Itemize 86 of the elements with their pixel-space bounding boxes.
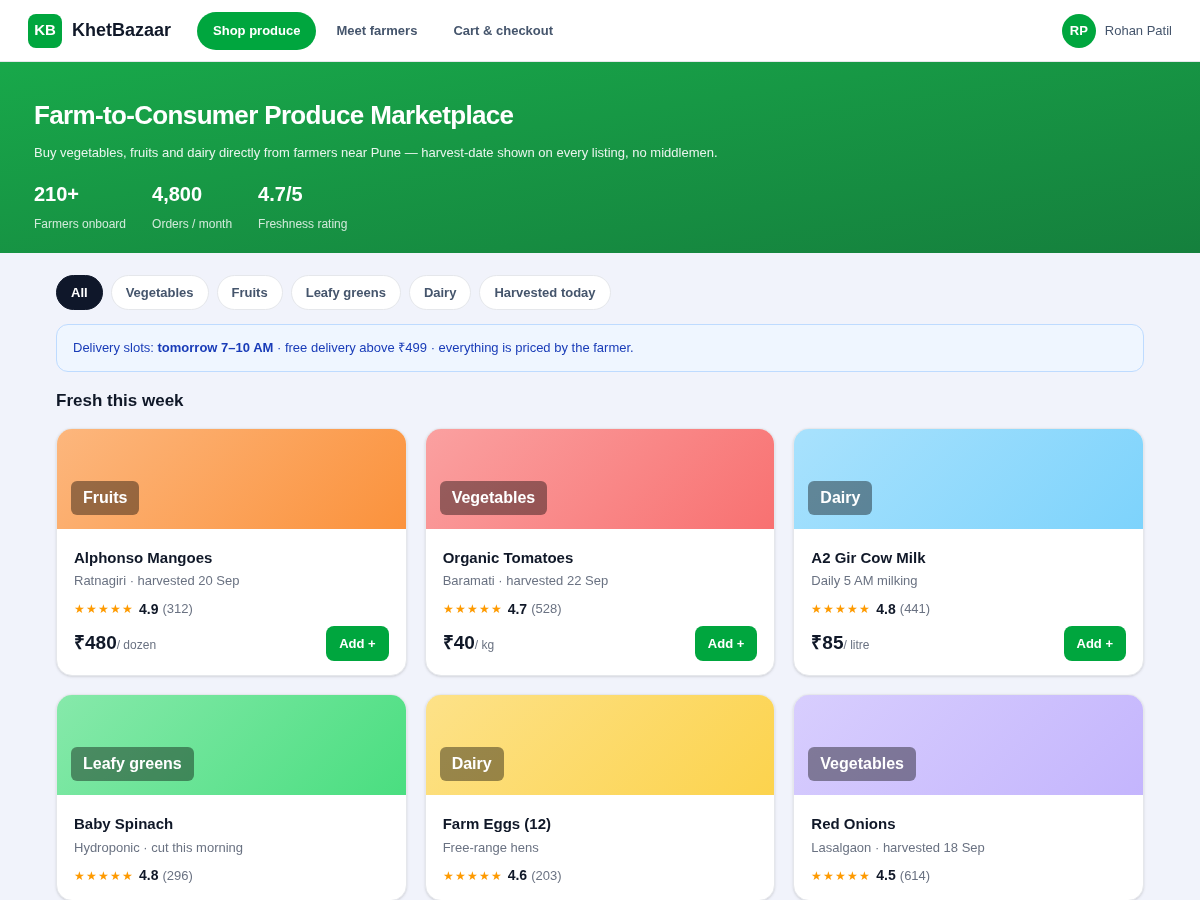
rating-value: 4.7	[507, 599, 528, 619]
filter-chip[interactable]: All	[56, 275, 103, 310]
star-icon: ★	[811, 600, 823, 618]
price-unit: / litre	[843, 638, 870, 654]
product-price: ₹85	[811, 631, 844, 655]
category-tag: Dairy	[439, 747, 504, 781]
star-icon: ★	[86, 600, 97, 618]
star-icon: ★	[442, 600, 454, 618]
stat-label: Freshness rating	[258, 215, 348, 233]
product-name: Baby Spinach	[74, 814, 175, 834]
filter-chip[interactable]: Dairy	[408, 275, 472, 310]
star-icon: ★	[122, 600, 133, 618]
star-icon: ★	[835, 866, 847, 885]
review-count: (296)	[162, 866, 193, 885]
nav-tab[interactable]: Cart & checkout	[437, 11, 570, 50]
star-icon: ★	[847, 866, 859, 885]
filter-chip[interactable]: Harvested today	[479, 275, 611, 310]
star-icon: ★	[74, 866, 85, 885]
star-icon: ★	[454, 866, 466, 885]
stat-value: 210+	[34, 181, 81, 207]
review-count: (312)	[162, 600, 193, 619]
filter-chip[interactable]: Leafy greens	[290, 275, 401, 310]
star-icon: ★	[466, 866, 478, 885]
stat-value: 4.7/5	[258, 181, 304, 207]
product-meta: Free-range hens	[442, 838, 540, 857]
category-tag: Fruits	[71, 480, 140, 515]
review-count: (203)	[531, 866, 562, 885]
price-unit: / kg	[474, 638, 495, 654]
review-count: (528)	[531, 600, 562, 619]
hero-subtitle: Buy vegetables, fruits and dairy directly from farmers near Pune — harvest-date shown on every listing, no middlemen.	[34, 144, 719, 162]
star-icon: ★	[490, 866, 502, 885]
product-price: ₹40	[442, 631, 475, 655]
delivery-notice: Delivery slots: tomorrow 7–10 AM · free delivery above ₹499 · everything is priced by the farmer.	[56, 324, 1144, 372]
star-icon: ★	[478, 866, 490, 885]
star-icon: ★	[823, 866, 835, 885]
category-tag: Dairy	[808, 480, 873, 515]
star-icon: ★	[74, 600, 85, 618]
star-icon: ★	[835, 600, 847, 618]
star-icon: ★	[823, 600, 835, 618]
rating-value: 4.6	[507, 866, 528, 885]
star-icon: ★	[478, 600, 490, 618]
product-meta: Hydroponic · cut this morning	[74, 838, 245, 857]
category-tag: Vegetables	[439, 480, 548, 515]
star-icon: ★	[859, 600, 871, 618]
star-icon: ★	[490, 600, 502, 618]
product-meta: Daily 5 AM milking	[811, 572, 919, 590]
stat-label: Farmers onboard	[34, 215, 127, 233]
price-unit: / dozen	[116, 638, 157, 654]
star-icon: ★	[859, 866, 871, 885]
rating-value: 4.8	[139, 866, 159, 885]
hero-title: Farm-to-Consumer Produce Marketplace	[34, 99, 515, 132]
star-icon: ★	[466, 600, 478, 618]
review-count: (614)	[899, 866, 931, 885]
brand-name[interactable]: KhetBazaar	[72, 17, 172, 44]
product-name: A2 Gir Cow Milk	[811, 547, 927, 568]
star-icon: ★	[847, 600, 859, 618]
filter-chip[interactable]: Fruits	[216, 275, 283, 310]
stat-label: Orders / month	[152, 215, 233, 233]
star-icon: ★	[442, 866, 454, 885]
stat-value: 4,800	[152, 181, 204, 207]
category-tag: Leafy greens	[71, 747, 194, 781]
product-name: Organic Tomatoes	[442, 547, 575, 568]
rating-value: 4.9	[139, 599, 159, 619]
product-meta: Lasalgaon · harvested 18 Sep	[811, 838, 986, 857]
rating-value: 4.8	[876, 599, 896, 619]
user-name: Rohan Patil	[1104, 21, 1172, 40]
product-price: ₹480	[74, 631, 117, 655]
nav-tab[interactable]: Meet farmers	[320, 11, 434, 50]
rating-value: 4.5	[876, 866, 896, 885]
star-icon: ★	[811, 866, 823, 885]
category-tag: Vegetables	[808, 747, 916, 781]
product-name: Red Onions	[811, 814, 897, 834]
star-icon: ★	[110, 600, 121, 618]
section-title: Fresh this week	[56, 390, 185, 412]
product-name: Farm Eggs (12)	[442, 814, 553, 834]
star-icon: ★	[98, 600, 109, 618]
star-icon: ★	[110, 866, 121, 885]
product-meta: Ratnagiri · harvested 20 Sep	[74, 572, 241, 590]
star-icon: ★	[454, 600, 466, 618]
star-icon: ★	[98, 866, 109, 885]
product-meta: Baramati · harvested 22 Sep	[442, 572, 610, 590]
product-name: Alphonso Mangoes	[74, 547, 214, 568]
review-count: (441)	[899, 600, 931, 619]
star-icon: ★	[86, 866, 97, 885]
filter-chip[interactable]: Vegetables	[110, 275, 209, 310]
star-icon: ★	[122, 866, 133, 885]
